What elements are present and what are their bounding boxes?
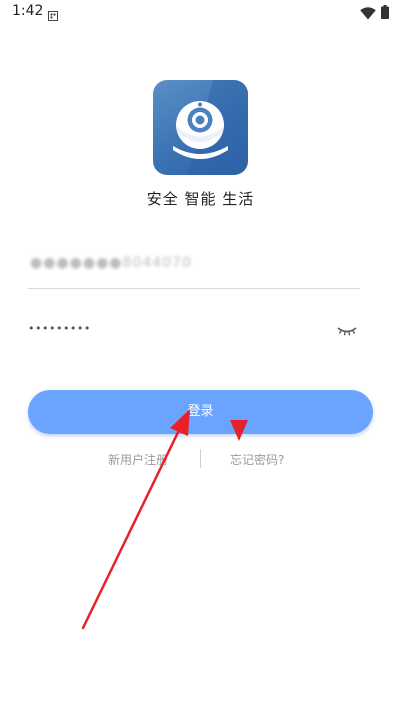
arrow-to-login (81, 409, 190, 630)
forgot-password-link[interactable]: 忘记密码? (230, 451, 284, 468)
password-value: ••••••••• (28, 322, 91, 335)
eye-closed-icon[interactable] (336, 322, 358, 338)
register-link[interactable]: 新用户注册 (108, 451, 168, 468)
app-slogan: 安全 智能 生活 (146, 190, 255, 208)
links-divider (200, 449, 201, 468)
phone-field[interactable]: ●●●●●●●8044070 (28, 248, 360, 289)
wifi-icon (360, 5, 376, 20)
app-logo (153, 80, 248, 175)
status-bar: 1:42 (0, 0, 401, 24)
password-field[interactable]: ••••••••• (28, 314, 360, 354)
phone-value: ●●●●●●●8044070 (30, 255, 192, 271)
login-button[interactable]: 登录 (28, 390, 373, 434)
security-camera-icon (173, 80, 248, 175)
battery-icon (381, 4, 389, 19)
status-time: 1:42 (12, 3, 44, 19)
sim-card-icon (48, 6, 58, 21)
